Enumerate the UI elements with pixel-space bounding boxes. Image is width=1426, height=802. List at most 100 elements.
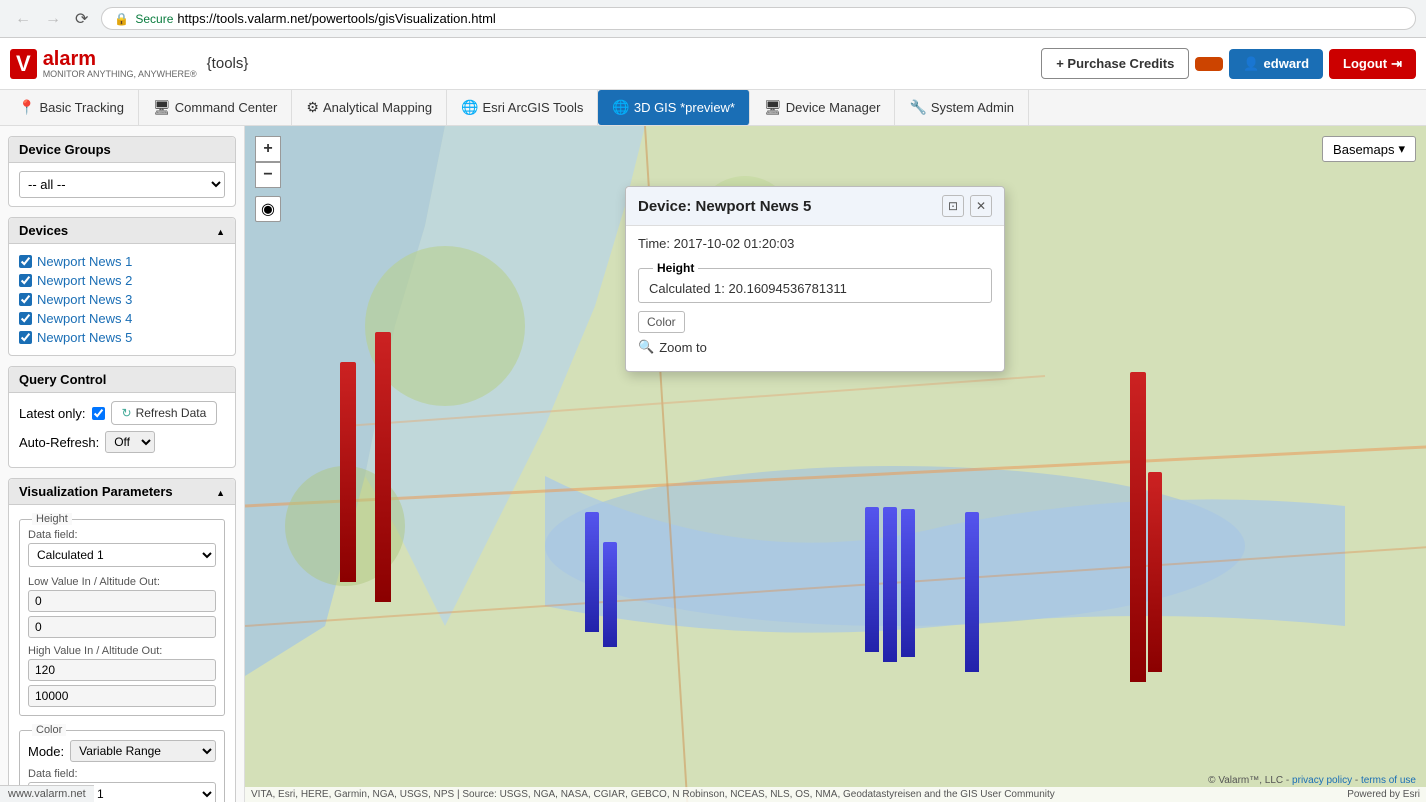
compass-button[interactable]: ◉ [255, 196, 281, 222]
logout-button[interactable]: Logout ⇥ [1329, 49, 1416, 79]
zoom-icon: 🔍 [638, 339, 654, 355]
device-link-nn4[interactable]: Newport News 4 [37, 311, 132, 326]
logout-icon: ⇥ [1391, 56, 1402, 72]
secure-label: Secure [135, 12, 173, 26]
viz-params-label: Visualization Parameters [19, 484, 173, 499]
color-mode-label: Mode: [28, 744, 64, 759]
latest-only-checkbox[interactable] [92, 407, 105, 420]
sidebar-item-3d-gis[interactable]: 🌐 3D GIS *preview* [598, 90, 750, 125]
device-checkbox-nn3[interactable] [19, 293, 32, 306]
viz-params-header[interactable]: Visualization Parameters [9, 479, 235, 505]
devices-header[interactable]: Devices [9, 218, 235, 244]
sidebar: Device Groups -- all -- Devices Newport … [0, 126, 245, 802]
sidebar-item-esri-arcgis[interactable]: 🌐 Esri ArcGIS Tools [447, 90, 598, 125]
url-bar[interactable]: 🔒 Secure https://tools.valarm.net/powert… [101, 7, 1416, 30]
map-area[interactable]: + − ◉ Basemaps ▾ Device: Newport News 5 … [245, 126, 1426, 802]
auto-refresh-select[interactable]: Off 30s 1m 5m [105, 431, 155, 453]
nav-label-3d-gis: 3D GIS *preview* [634, 100, 735, 115]
bar-3d-10 [1148, 472, 1162, 672]
bar-3d-8 [965, 512, 979, 672]
bar-3d-1 [340, 362, 356, 582]
auto-refresh-row: Auto-Refresh: Off 30s 1m 5m [19, 431, 225, 453]
nav-label-system-admin: System Admin [931, 100, 1014, 115]
nav-label-basic-tracking: Basic Tracking [39, 100, 124, 115]
device-checkbox-nn1[interactable] [19, 255, 32, 268]
purchase-credits-button[interactable]: Purchase Credits [1041, 48, 1189, 79]
bar-3d-9 [1130, 372, 1146, 682]
list-item: Newport News 3 [19, 290, 225, 309]
browser-nav: ← → ⟳ [10, 7, 93, 31]
sidebar-item-system-admin[interactable]: 🔧 System Admin [895, 90, 1029, 125]
low-value-label: Low Value In / Altitude Out: [28, 576, 216, 588]
terms-of-use-link[interactable]: terms of use [1361, 775, 1416, 786]
device-groups-select[interactable]: -- all -- [19, 171, 225, 198]
nav-label-esri-arcgis: Esri ArcGIS Tools [483, 100, 584, 115]
popup-height-fieldset: Height Calculated 1: 20.16094536781311 [638, 261, 992, 303]
attribution-text: VITA, Esri, HERE, Garmin, NGA, USGS, NPS… [251, 789, 1055, 800]
newport-news-button[interactable] [1195, 57, 1223, 71]
zoom-in-button[interactable]: + [255, 136, 281, 162]
basemaps-label: Basemaps [1333, 142, 1394, 157]
wrench-icon: 🔧 [909, 99, 926, 116]
popup-title: Device: Newport News 5 [638, 198, 811, 215]
low-value-in-input[interactable] [28, 590, 216, 612]
map-controls: + − ◉ [255, 136, 281, 222]
device-checkbox-nn4[interactable] [19, 312, 32, 325]
sidebar-item-basic-tracking[interactable]: 📍 Basic Tracking [4, 90, 139, 125]
nav-label-command-center: Command Center [175, 100, 278, 115]
logo-text-area: alarm MONITOR ANYTHING, ANYWHERE® [43, 49, 197, 79]
back-button[interactable]: ← [10, 8, 36, 30]
device-checkbox-nn2[interactable] [19, 274, 32, 287]
bar-3d-5 [865, 507, 879, 652]
pin-icon: 📍 [18, 99, 35, 116]
privacy-policy-link[interactable]: privacy policy [1292, 775, 1352, 786]
device-groups-body: -- all -- [9, 163, 235, 206]
height-fieldset: Height Data field: Calculated 1 Calculat… [19, 513, 225, 716]
high-value-in-input[interactable] [28, 659, 216, 681]
color-mode-select[interactable]: Variable Range Fixed Categorical [70, 740, 216, 762]
edward-button[interactable]: 👤 edward [1229, 49, 1323, 79]
query-control-section: Query Control Latest only: ↻ Refresh Dat… [8, 366, 236, 468]
zoom-out-button[interactable]: − [255, 162, 281, 188]
logo-area: V alarm MONITOR ANYTHING, ANYWHERE® {too… [10, 49, 248, 79]
logo-tagline: MONITOR ANYTHING, ANYWHERE® [43, 69, 197, 79]
devices-body: Newport News 1 Newport News 2 Newport Ne… [9, 244, 235, 355]
height-data-field-select[interactable]: Calculated 1 Calculated 2 Sensor 1 [28, 543, 216, 567]
query-control-body: Latest only: ↻ Refresh Data Auto-Refresh… [9, 393, 235, 467]
color-mode-row: Mode: Variable Range Fixed Categorical [28, 740, 216, 762]
globe-icon-3d: 🌐 [612, 99, 629, 116]
refresh-data-button[interactable]: ↻ Refresh Data [111, 401, 218, 425]
url-text: https://tools.valarm.net/powertools/gisV… [177, 11, 495, 26]
reload-button[interactable]: ⟳ [70, 7, 93, 31]
sidebar-item-device-manager[interactable]: 🖥 Device Manager [750, 90, 895, 125]
browser-chrome: ← → ⟳ 🔒 Secure https://tools.valarm.net/… [0, 0, 1426, 38]
basemaps-button[interactable]: Basemaps ▾ [1322, 136, 1416, 162]
high-value-out-input[interactable] [28, 685, 216, 707]
sidebar-item-command-center[interactable]: 🖥 Command Center [139, 90, 292, 125]
low-value-out-input[interactable] [28, 616, 216, 638]
popup-resize-button[interactable]: ⊡ [942, 195, 964, 217]
devices-section: Devices Newport News 1 Newport News 2 Ne… [8, 217, 236, 356]
query-control-header: Query Control [9, 367, 235, 393]
device-popup: Device: Newport News 5 ⊡ ✕ Time: 2017-10… [625, 186, 1005, 372]
latest-only-label: Latest only: [19, 406, 86, 421]
popup-zoom-button[interactable]: 🔍 Zoom to [638, 333, 992, 361]
device-link-nn3[interactable]: Newport News 3 [37, 292, 132, 307]
sidebar-item-analytical-mapping[interactable]: ⚙ Analytical Mapping [292, 90, 447, 125]
forward-button[interactable]: → [40, 8, 66, 30]
device-link-nn2[interactable]: Newport News 2 [37, 273, 132, 288]
device-link-nn1[interactable]: Newport News 1 [37, 254, 132, 269]
popup-scroll-area[interactable]: Time: 2017-10-02 01:20:03 Height Calcula… [638, 236, 992, 361]
devices-collapse-icon [216, 223, 225, 238]
device-link-nn5[interactable]: Newport News 5 [37, 330, 132, 345]
popup-close-button[interactable]: ✕ [970, 195, 992, 217]
device-groups-label: Device Groups [19, 142, 111, 157]
gear-icon: ⚙ [306, 99, 319, 116]
popup-time: Time: 2017-10-02 01:20:03 [638, 236, 992, 251]
latest-only-row: Latest only: ↻ Refresh Data [19, 401, 225, 425]
popup-height-legend: Height [653, 261, 698, 275]
query-control-label: Query Control [19, 372, 106, 387]
viz-params-collapse-icon [216, 484, 225, 499]
device-checkbox-nn5[interactable] [19, 331, 32, 344]
map-attribution: VITA, Esri, HERE, Garmin, NGA, USGS, NPS… [245, 787, 1426, 802]
